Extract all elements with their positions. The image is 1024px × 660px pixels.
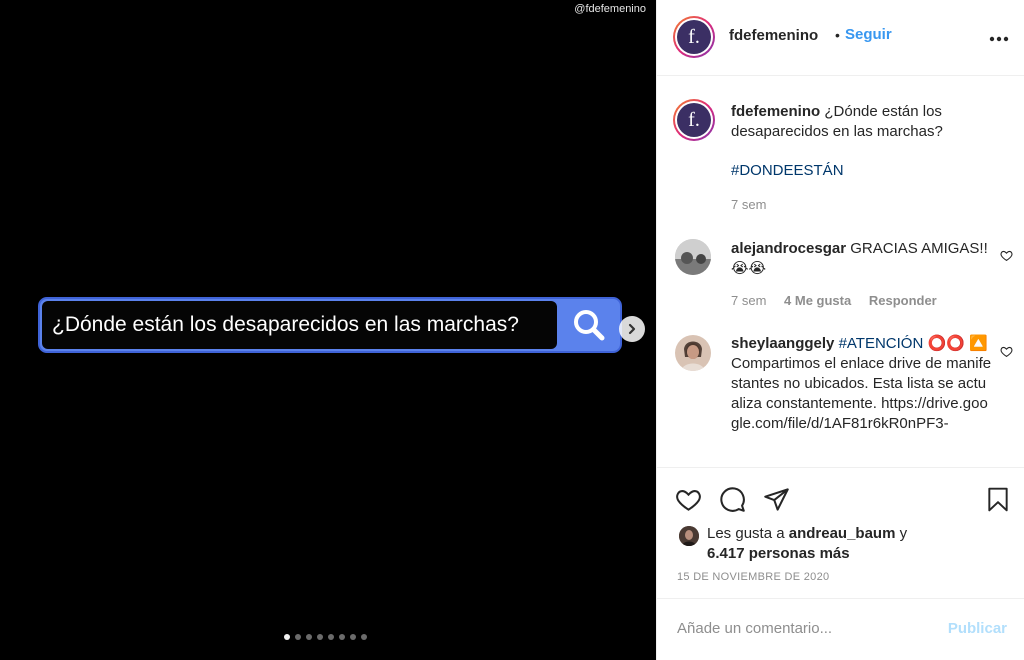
caption: fdefemenino ¿Dónde están los desaparecid… bbox=[731, 102, 993, 142]
carousel-dot bbox=[350, 634, 356, 640]
like-heart-icon[interactable] bbox=[675, 486, 702, 517]
carousel-dot bbox=[284, 634, 290, 640]
carousel-dot bbox=[295, 634, 301, 640]
comment-time: 7 sem bbox=[731, 293, 767, 308]
watermark: @fdefemenino bbox=[574, 3, 646, 15]
carousel-indicator bbox=[284, 634, 367, 640]
carousel-dot bbox=[317, 634, 323, 640]
comment-hashtag[interactable]: #ATENCIÓN bbox=[839, 335, 924, 352]
post-actions: Les gusta a andreau_baum y 6.417 persona… bbox=[657, 467, 1024, 598]
post-header: f. fdefemenino • Seguir bbox=[657, 0, 1024, 76]
save-bookmark-icon[interactable] bbox=[985, 486, 1011, 517]
comment-input[interactable]: Añade un comentario... bbox=[677, 620, 832, 637]
comment-emoji: ⭕⭕ bbox=[927, 335, 965, 352]
search-bar-graphic: ¿Dónde están los desaparecidos en las ma… bbox=[38, 297, 622, 353]
share-send-icon[interactable] bbox=[763, 486, 790, 517]
search-bar-text: ¿Dónde están los desaparecidos en las ma… bbox=[42, 301, 557, 349]
comment: alejandrocesgar GRACIAS AMIGAS!! 😭😭 bbox=[731, 239, 993, 279]
comment-likes-count[interactable]: 4 Me gusta bbox=[784, 293, 851, 308]
liker-username[interactable]: andreau_baum bbox=[789, 525, 896, 542]
caption-username[interactable]: fdefemenino bbox=[731, 103, 820, 120]
post-media[interactable]: @fdefemenino ¿Dónde están los desapareci… bbox=[0, 0, 656, 660]
carousel-dot bbox=[328, 634, 334, 640]
post-sidebar: f. fdefemenino • Seguir f. fdefemenino ¿… bbox=[656, 0, 1024, 660]
post-date[interactable]: 15 DE NOVIEMBRE DE 2020 bbox=[677, 571, 829, 583]
likes-others-count[interactable]: 6.417 personas más bbox=[707, 545, 850, 562]
comment-username[interactable]: alejandrocesgar bbox=[731, 240, 846, 257]
comment-bubble-icon[interactable] bbox=[719, 486, 746, 517]
follow-button[interactable]: Seguir bbox=[845, 26, 892, 43]
reply-button[interactable]: Responder bbox=[869, 293, 937, 308]
publish-button[interactable]: Publicar bbox=[948, 620, 1007, 637]
carousel-dot bbox=[339, 634, 345, 640]
brand-logo: f. bbox=[677, 20, 711, 54]
commenter-avatar[interactable] bbox=[675, 239, 711, 275]
likes-prefix: Les gusta a bbox=[707, 525, 785, 542]
search-icon bbox=[557, 299, 620, 351]
author-username[interactable]: fdefemenino bbox=[729, 27, 818, 44]
like-comment-heart-icon[interactable] bbox=[1000, 249, 1013, 266]
commenter-avatar[interactable] bbox=[675, 335, 711, 371]
carousel-dot bbox=[306, 634, 312, 640]
caption-time: 7 sem bbox=[731, 197, 780, 212]
comment: sheylaanggely #ATENCIÓN ⭕⭕ 🔼Compartimos … bbox=[731, 334, 993, 434]
separator-dot: • bbox=[835, 27, 840, 43]
comments-list[interactable]: f. fdefemenino ¿Dónde están los desapare… bbox=[657, 77, 1024, 467]
brand-logo: f. bbox=[677, 103, 711, 137]
avatar[interactable]: f. bbox=[673, 16, 715, 58]
likes-summary: Les gusta a andreau_baum y 6.417 persona… bbox=[707, 524, 907, 564]
next-slide-button[interactable] bbox=[619, 316, 645, 342]
like-comment-heart-icon[interactable] bbox=[1000, 345, 1013, 362]
caption-avatar[interactable]: f. bbox=[673, 99, 715, 141]
likes-joiner: y bbox=[899, 525, 908, 542]
caption-timestamp: 7 sem bbox=[731, 197, 767, 212]
comment-username[interactable]: sheylaanggely bbox=[731, 335, 834, 352]
more-options-icon[interactable] bbox=[989, 26, 1009, 46]
caption-hashtag[interactable]: #DONDEESTÁN bbox=[731, 161, 993, 181]
comment-composer: Añade un comentario... Publicar bbox=[657, 598, 1024, 660]
chevron-right-icon bbox=[628, 323, 636, 335]
comment-meta: 7 sem 4 Me gusta Responder bbox=[731, 293, 951, 308]
carousel-dot bbox=[361, 634, 367, 640]
liker-avatar[interactable] bbox=[679, 526, 699, 546]
